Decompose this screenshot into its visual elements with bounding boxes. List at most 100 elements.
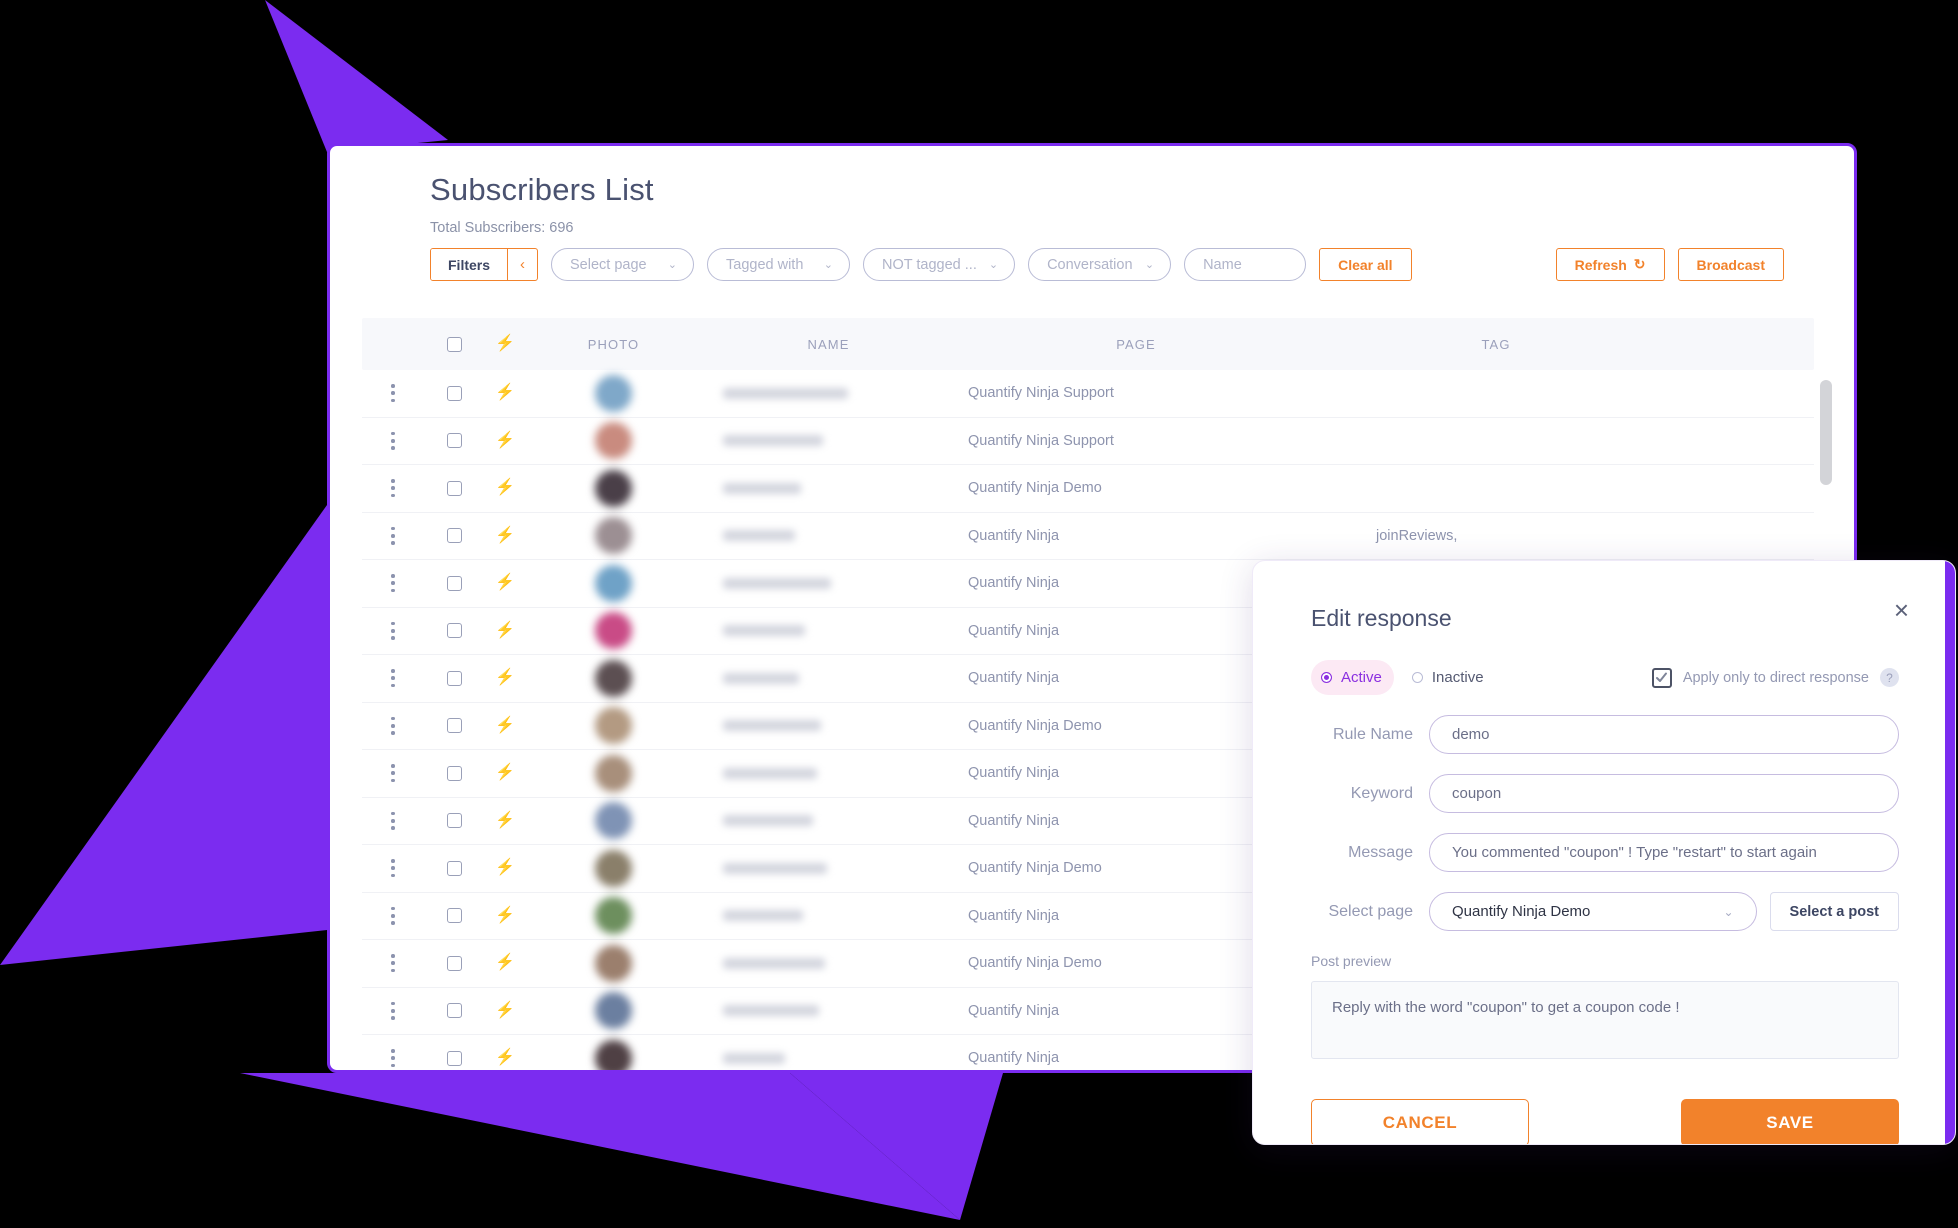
- row-checkbox-cell: [424, 860, 484, 876]
- status-inactive-radio[interactable]: Inactive: [1402, 660, 1494, 695]
- row-name-cell: [701, 387, 956, 399]
- select-page-select[interactable]: Quantify Ninja Demo ⌄: [1429, 892, 1757, 931]
- row-menu-cell: [362, 384, 424, 403]
- row-checkbox[interactable]: [446, 718, 462, 734]
- row-menu-icon[interactable]: [391, 1001, 395, 1020]
- row-menu-icon[interactable]: [391, 526, 395, 545]
- collapse-filters-icon[interactable]: ‹: [507, 249, 537, 280]
- row-checkbox[interactable]: [446, 1050, 462, 1066]
- row-checkbox[interactable]: [446, 1003, 462, 1019]
- avatar: [595, 707, 632, 745]
- lightning-bolt-icon[interactable]: ⚡: [495, 527, 515, 544]
- lightning-bolt-icon[interactable]: ⚡: [495, 1002, 515, 1019]
- avatar: [595, 1039, 632, 1070]
- avatar: [595, 564, 632, 602]
- row-checkbox[interactable]: [446, 623, 462, 639]
- row-menu-icon[interactable]: [391, 716, 395, 735]
- broadcast-button[interactable]: Broadcast: [1677, 248, 1784, 281]
- row-checkbox[interactable]: [446, 575, 462, 591]
- help-icon[interactable]: ?: [1880, 668, 1899, 687]
- tagged-with-dropdown-label: Tagged with: [726, 256, 804, 273]
- row-checkbox[interactable]: [446, 480, 462, 496]
- select-all-checkbox[interactable]: [446, 336, 462, 352]
- avatar: [595, 659, 632, 697]
- tagged-with-dropdown[interactable]: Tagged with ⌄: [707, 248, 851, 281]
- status-inactive-label: Inactive: [1431, 669, 1484, 686]
- row-menu-icon[interactable]: [391, 431, 395, 450]
- header-name: NAME: [701, 337, 956, 352]
- row-checkbox-cell: [424, 955, 484, 971]
- apply-direct-response-checkbox[interactable]: [1651, 667, 1672, 688]
- lightning-bolt-icon[interactable]: ⚡: [495, 860, 515, 876]
- keyword-input[interactable]: coupon: [1429, 774, 1899, 813]
- filters-button[interactable]: Filters: [431, 249, 508, 280]
- clear-all-button[interactable]: Clear all: [1319, 248, 1412, 281]
- row-checkbox[interactable]: [446, 860, 462, 876]
- close-icon[interactable]: ×: [1894, 597, 1909, 623]
- row-menu-icon[interactable]: [391, 811, 395, 830]
- row-menu-icon[interactable]: [391, 669, 395, 688]
- row-menu-icon[interactable]: [391, 574, 395, 593]
- message-input[interactable]: You commented "coupon" ! Type "restart" …: [1429, 833, 1899, 872]
- lightning-bolt-icon[interactable]: ⚡: [495, 622, 515, 639]
- row-checkbox-cell: [424, 1050, 484, 1066]
- row-menu-cell: [362, 574, 424, 593]
- name-search-input[interactable]: Name: [1184, 248, 1307, 281]
- header-bolt-cell: ⚡: [484, 336, 526, 352]
- row-checkbox[interactable]: [446, 813, 462, 829]
- row-bolt-cell: ⚡: [484, 765, 526, 781]
- not-tagged-dropdown[interactable]: NOT tagged ... ⌄: [863, 248, 1016, 281]
- row-photo-cell: [526, 469, 701, 507]
- lightning-bolt-icon[interactable]: ⚡: [495, 812, 515, 829]
- chevron-down-icon: ⌄: [1144, 259, 1155, 271]
- row-checkbox[interactable]: [446, 670, 462, 686]
- lightning-bolt-icon[interactable]: ⚡: [495, 670, 515, 686]
- lightning-bolt-icon[interactable]: ⚡: [495, 717, 515, 734]
- conversation-dropdown[interactable]: Conversation ⌄: [1028, 248, 1172, 281]
- table-row[interactable]: ⚡ Quantify Ninja Support: [362, 417, 1814, 465]
- row-menu-icon[interactable]: [391, 479, 395, 498]
- lightning-bolt-icon[interactable]: ⚡: [495, 765, 515, 781]
- table-row[interactable]: ⚡ Quantify Ninja Demo: [362, 465, 1814, 513]
- row-checkbox-cell: [424, 1003, 484, 1019]
- lightning-bolt-icon[interactable]: ⚡: [495, 480, 515, 496]
- row-checkbox[interactable]: [446, 385, 462, 401]
- cancel-button[interactable]: CANCEL: [1311, 1099, 1529, 1144]
- row-checkbox[interactable]: [446, 955, 462, 971]
- row-checkbox[interactable]: [446, 765, 462, 781]
- lightning-bolt-icon[interactable]: ⚡: [495, 1050, 515, 1066]
- row-name-cell: [701, 672, 956, 684]
- table-row[interactable]: ⚡ Quantify Ninja Support: [362, 370, 1814, 418]
- row-checkbox[interactable]: [446, 528, 462, 544]
- radio-selected-icon: [1321, 672, 1332, 683]
- row-menu-cell: [362, 479, 424, 498]
- table-row[interactable]: ⚡ Quantify Ninja joinReviews,: [362, 512, 1814, 560]
- row-menu-icon[interactable]: [391, 906, 395, 925]
- row-photo-cell: [526, 374, 701, 412]
- lightning-bolt-icon[interactable]: ⚡: [495, 907, 515, 924]
- row-name-cell: [701, 435, 956, 447]
- lightning-bolt-icon[interactable]: ⚡: [495, 575, 515, 591]
- row-checkbox[interactable]: [446, 433, 462, 449]
- row-menu-icon[interactable]: [391, 621, 395, 640]
- avatar: [595, 517, 632, 555]
- row-menu-icon[interactable]: [391, 384, 395, 403]
- avatar: [595, 612, 632, 650]
- lightning-bolt-icon[interactable]: ⚡: [495, 432, 515, 449]
- refresh-button[interactable]: Refresh ↻: [1555, 248, 1665, 281]
- save-button[interactable]: SAVE: [1681, 1099, 1899, 1144]
- row-checkbox[interactable]: [446, 908, 462, 924]
- row-menu-icon[interactable]: [391, 954, 395, 973]
- row-menu-icon[interactable]: [391, 764, 395, 783]
- status-active-radio[interactable]: Active: [1311, 660, 1394, 695]
- row-menu-icon[interactable]: [391, 859, 395, 878]
- header-name-label: NAME: [807, 336, 850, 352]
- select-a-post-button[interactable]: Select a post: [1769, 892, 1899, 931]
- table-scrollbar-thumb[interactable]: [1820, 380, 1832, 485]
- rule-name-input[interactable]: demo: [1429, 715, 1899, 754]
- lightning-bolt-icon[interactable]: ⚡: [495, 385, 515, 401]
- select-page-dropdown[interactable]: Select page ⌄: [551, 248, 695, 281]
- chevron-down-icon: ⌄: [1723, 904, 1734, 919]
- lightning-bolt-icon[interactable]: ⚡: [495, 955, 515, 971]
- row-menu-icon[interactable]: [391, 1049, 395, 1068]
